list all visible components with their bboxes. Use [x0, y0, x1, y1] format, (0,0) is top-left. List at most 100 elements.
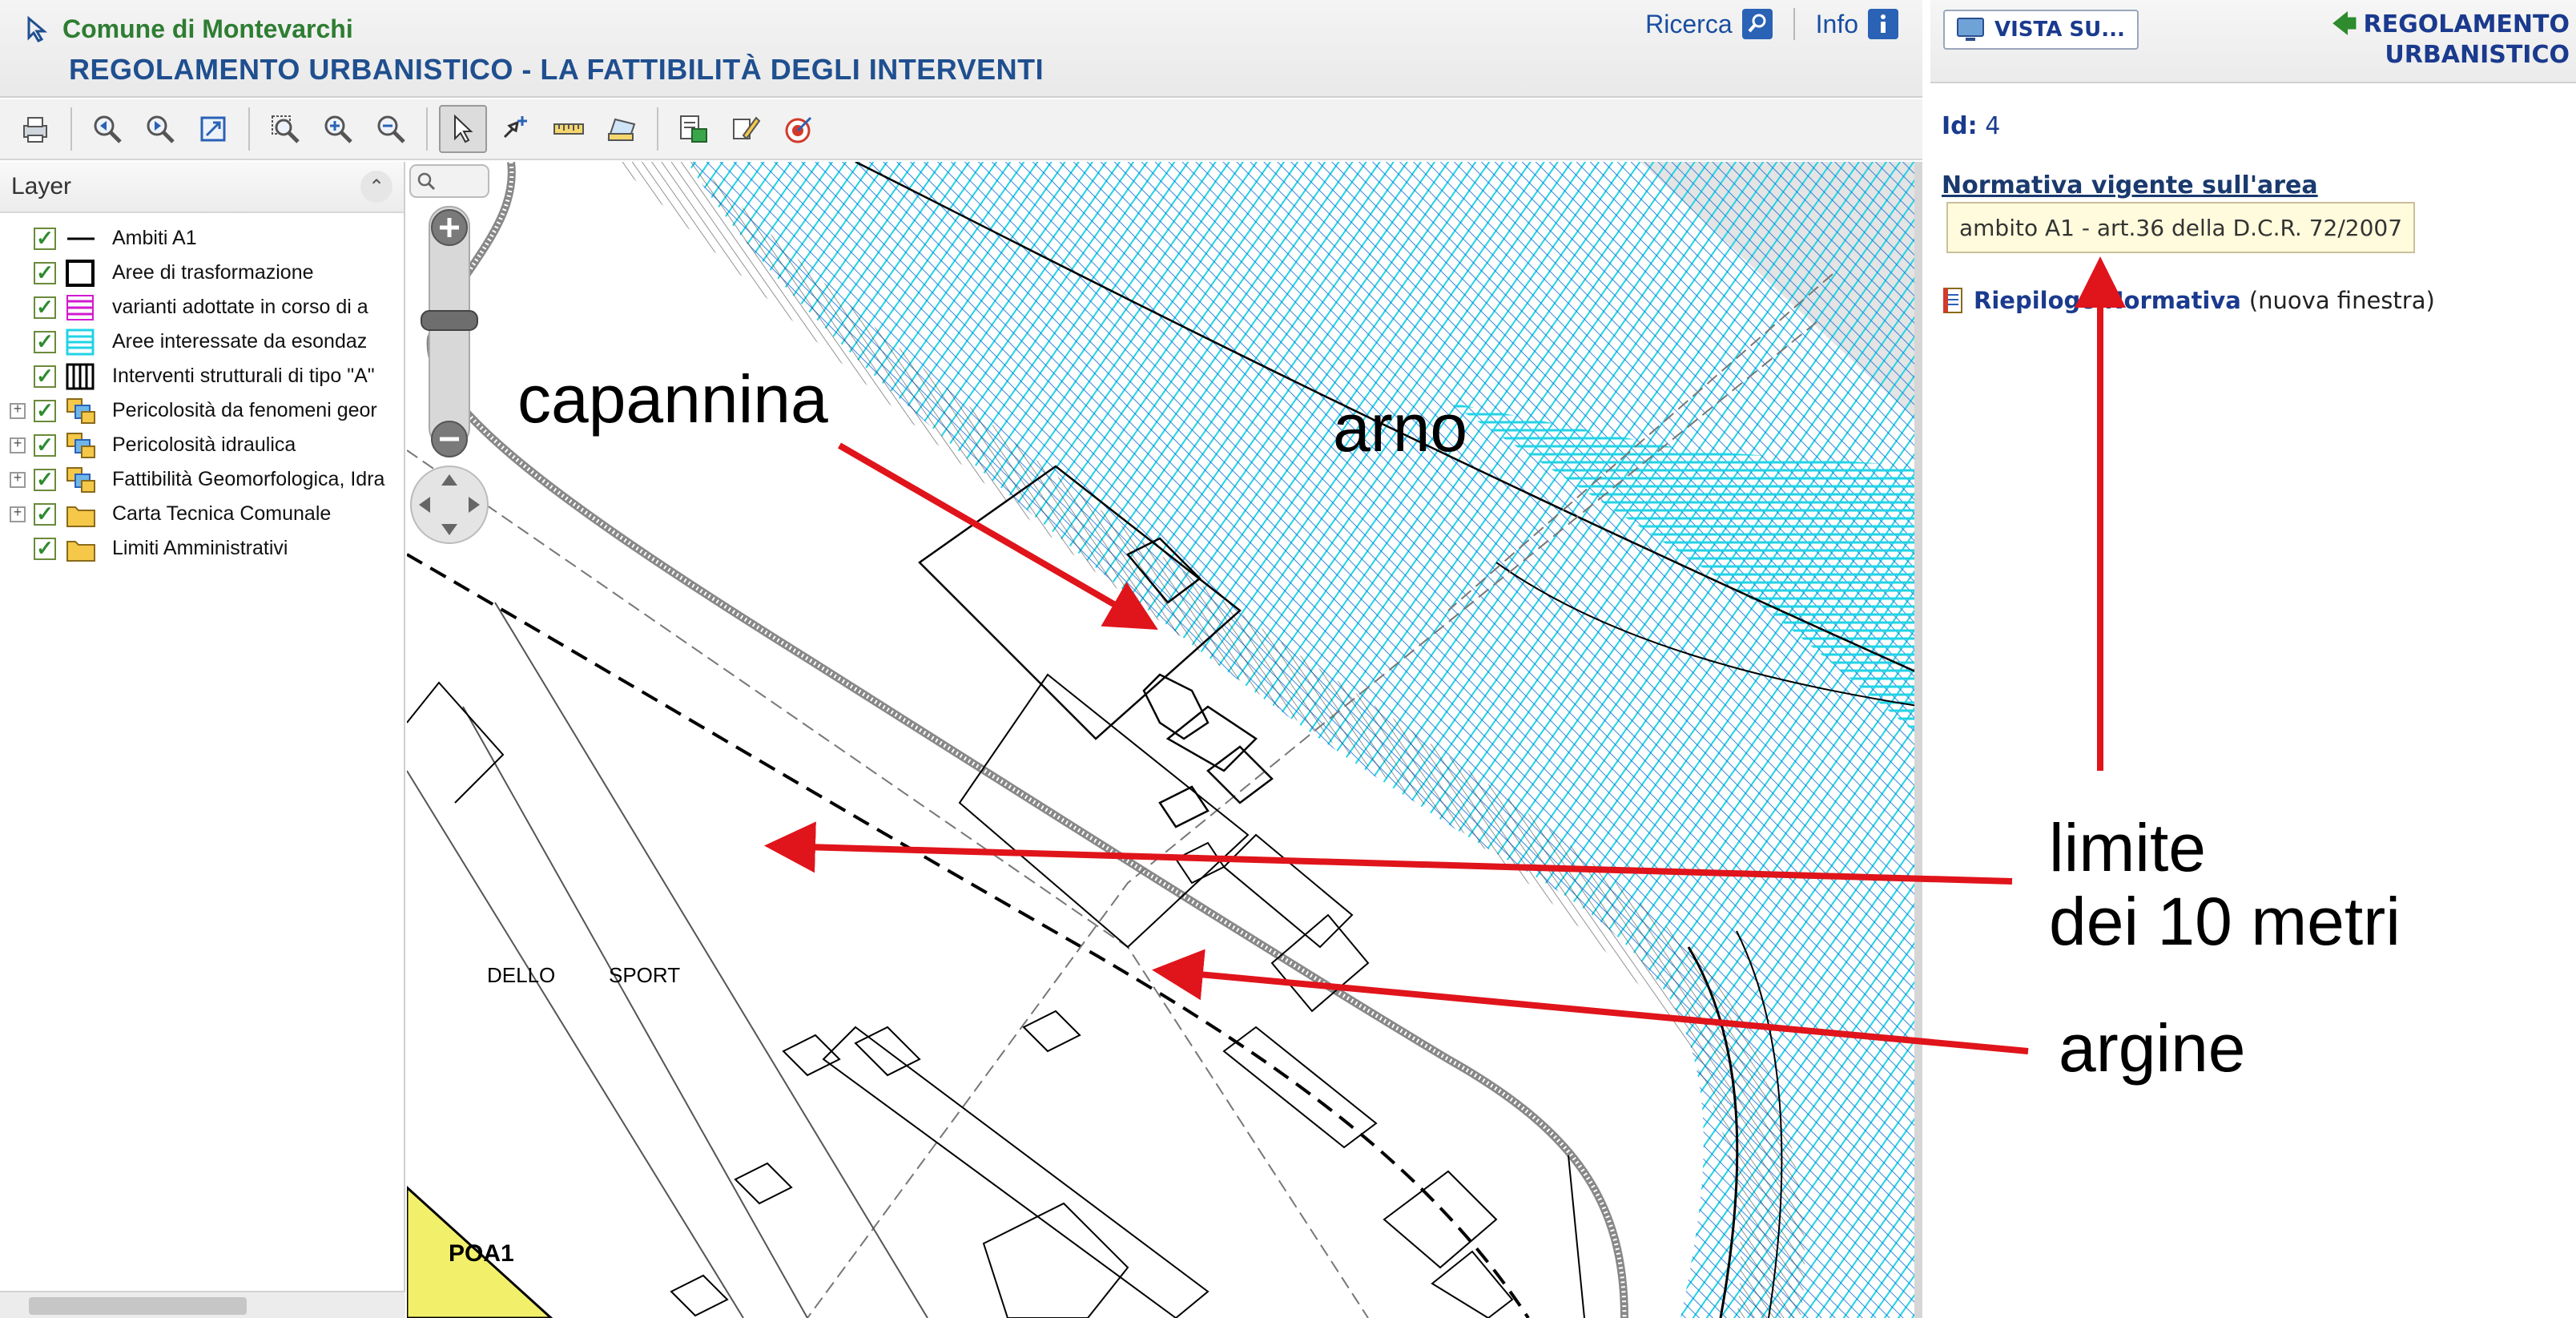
info-link[interactable]: Info: [1816, 9, 1898, 39]
toolbar-divider: [70, 107, 72, 151]
layer-label: Pericolosità idraulica: [112, 433, 296, 456]
expand-icon[interactable]: +: [10, 471, 26, 488]
org-name[interactable]: Comune di Montevarchi: [62, 14, 353, 44]
layer-checkbox[interactable]: ✓: [34, 433, 56, 457]
layer-row[interactable]: + ✓ Pericolosità idraulica: [0, 428, 404, 462]
layer-checkbox[interactable]: ✓: [34, 329, 56, 353]
search-link-label: Ricerca: [1645, 9, 1733, 38]
back-link-line1: REGOLAMENTO: [2363, 10, 2570, 38]
layer-checkbox[interactable]: ✓: [34, 467, 56, 491]
layer-row[interactable]: + ✓ Carta Tecnica Comunale: [0, 497, 404, 531]
target-icon[interactable]: [775, 105, 823, 153]
map-drawing: DELLO SPORT POA1: [407, 162, 1914, 1318]
feature-id-value: 4: [1985, 112, 2001, 140]
layer-label: Aree interessate da esondaz: [112, 330, 368, 353]
folder-icon: [64, 501, 98, 528]
measure-area-icon[interactable]: [598, 105, 646, 153]
print-icon[interactable]: [11, 105, 59, 153]
polygon-symbol-icon: [64, 259, 98, 287]
measure-icon[interactable]: [545, 105, 593, 153]
map-label-poa: POA1: [449, 1240, 514, 1267]
zoom-out-icon[interactable]: [367, 105, 415, 153]
toolbar-divider: [426, 107, 428, 151]
layer-row[interactable]: ✓ Interventi strutturali di tipo "A": [0, 359, 404, 393]
zoom-in-icon[interactable]: [314, 105, 362, 153]
page-title: REGOLAMENTO URBANISTICO - LA FATTIBILITÀ…: [69, 53, 1044, 86]
document-icon: [1943, 288, 1962, 313]
riepilogo-normativa-link[interactable]: Riepilogo Normativa: [1974, 287, 2241, 314]
zoom-slider[interactable]: [407, 162, 492, 559]
pan-icon[interactable]: [492, 105, 540, 153]
layer-checkbox[interactable]: ✓: [34, 502, 56, 526]
layer-row[interactable]: ✓ varianti adottate in corso di a: [0, 290, 404, 324]
feature-id-row: Id: 4: [1942, 112, 2000, 140]
back-link-line2: URBANISTICO: [2385, 41, 2570, 69]
layer-label: Limiti Amministrativi: [112, 537, 288, 559]
riepilogo-note: (nuova finestra): [2248, 287, 2435, 314]
app-header: Comune di Montevarchi REGOLAMENTO URBANI…: [0, 0, 1922, 98]
app-window: Comune di Montevarchi REGOLAMENTO URBANI…: [0, 0, 2576, 1318]
hatch-symbol-icon: [64, 328, 98, 356]
folder-icon: [64, 535, 98, 562]
layer-checkbox[interactable]: ✓: [34, 295, 56, 319]
horizontal-scrollbar[interactable]: [0, 1291, 405, 1318]
zoom-next-icon[interactable]: [136, 105, 184, 153]
header-links: Ricerca Info: [1645, 8, 1898, 40]
collapse-icon[interactable]: ⌃: [360, 171, 392, 203]
scrollbar-thumb[interactable]: [29, 1297, 247, 1315]
layer-panel: Layer ⌃ ✓ Ambiti A1 ✓ Aree di trasformaz…: [0, 162, 405, 1318]
toolbar-divider: [657, 107, 658, 151]
layer-row[interactable]: + ✓ Fattibilità Geomorfologica, Idra: [0, 462, 404, 497]
zoom-search-button[interactable]: [409, 164, 489, 198]
full-extent-icon[interactable]: [189, 105, 237, 153]
info-panel-header: VISTA SU... 🡄 REGOLAMENTO URBANISTICO: [1930, 0, 2576, 83]
back-arrow-icon: 🡄: [2332, 10, 2357, 38]
zoom-box-icon[interactable]: [261, 105, 309, 153]
map-toolbar: [0, 99, 1922, 160]
layer-row[interactable]: ✓ Aree di trasformazione: [0, 256, 404, 290]
normativa-title: Normativa vigente sull'area: [1942, 171, 2318, 200]
layer-row[interactable]: ✓ Limiti Amministrativi: [0, 531, 404, 566]
line-symbol-icon: [64, 225, 98, 252]
layer-label: Interventi strutturali di tipo "A": [112, 365, 375, 387]
layer-label: Ambiti A1: [112, 227, 197, 249]
back-to-regolamento-link[interactable]: 🡄 REGOLAMENTO URBANISTICO: [2332, 10, 2570, 71]
zoom-prev-icon[interactable]: [83, 105, 131, 153]
layer-list: ✓ Ambiti A1 ✓ Aree di trasformazione ✓ v…: [0, 213, 404, 566]
layer-panel-header: Layer ⌃: [0, 162, 404, 213]
header-divider: [1793, 8, 1795, 40]
hatch-symbol-icon: [64, 363, 98, 390]
toolbar-divider: [248, 107, 250, 151]
map-label-dello: DELLO: [487, 963, 555, 987]
riepilogo-row: Riepilogo Normativa (nuova finestra): [1942, 287, 2435, 314]
layer-group-icon: [64, 397, 98, 425]
hatch-symbol-icon: [64, 294, 98, 321]
map-label-sport: SPORT: [609, 963, 680, 987]
layer-panel-title: Layer: [11, 173, 72, 200]
vista-su-label: VISTA SU...: [1994, 18, 2125, 42]
info-icon: [1868, 9, 1898, 39]
edit-icon[interactable]: [722, 105, 771, 153]
expand-icon[interactable]: +: [10, 437, 26, 453]
identify-icon[interactable]: [670, 105, 718, 153]
expand-icon[interactable]: +: [10, 402, 26, 419]
expand-icon[interactable]: +: [10, 506, 26, 522]
cursor-arrow-icon: [27, 15, 48, 42]
info-link-label: Info: [1815, 9, 1858, 38]
info-panel: VISTA SU... 🡄 REGOLAMENTO URBANISTICO Id:…: [1930, 0, 2576, 1318]
layer-row[interactable]: ✓ Aree interessate da esondaz: [0, 324, 404, 359]
normativa-value: ambito A1 - art.36 della D.C.R. 72/2007: [1946, 202, 2416, 253]
zoom-handle[interactable]: [421, 310, 478, 331]
select-icon[interactable]: [439, 105, 487, 153]
map-canvas[interactable]: DELLO SPORT POA1: [407, 162, 1922, 1318]
vista-su-button[interactable]: VISTA SU...: [1943, 10, 2139, 50]
layer-checkbox[interactable]: ✓: [34, 364, 56, 388]
search-link[interactable]: Ricerca: [1645, 9, 1773, 39]
layer-checkbox[interactable]: ✓: [34, 536, 56, 560]
layer-checkbox[interactable]: ✓: [34, 260, 56, 284]
layer-row[interactable]: ✓ Ambiti A1: [0, 221, 404, 256]
layer-row[interactable]: + ✓ Pericolosità da fenomeni geor: [0, 393, 404, 428]
layer-label: Carta Tecnica Comunale: [112, 502, 332, 525]
layer-checkbox[interactable]: ✓: [34, 226, 56, 250]
layer-checkbox[interactable]: ✓: [34, 398, 56, 422]
